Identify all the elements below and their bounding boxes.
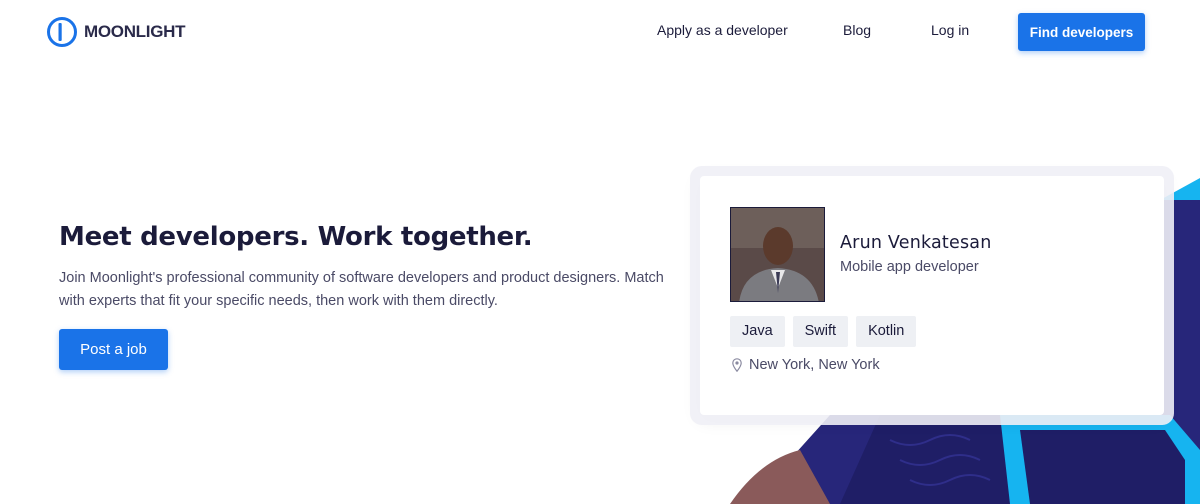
location-text: New York, New York — [749, 357, 880, 373]
skill-tag: Swift — [792, 316, 849, 347]
avatar — [730, 207, 825, 302]
map-pin-icon — [732, 358, 742, 372]
hero-title: Meet developers. Work together. — [59, 222, 533, 252]
developer-profile-card[interactable]: Arun Venkatesan Mobile app developer Jav… — [700, 176, 1164, 415]
avatar-photo-icon — [731, 208, 824, 301]
developer-location: New York, New York — [732, 357, 880, 373]
nav-login-link[interactable]: Log in — [931, 22, 969, 38]
hero-subtitle: Join Moonlight's professional community … — [59, 270, 664, 309]
skill-tags: Java Swift Kotlin — [730, 316, 917, 347]
skill-tag: Kotlin — [856, 316, 917, 347]
site-header: MOONLIGHT Apply as a developer Blog Log … — [0, 0, 1200, 64]
developer-name: Arun Venkatesan — [840, 233, 992, 253]
nav-apply-link[interactable]: Apply as a developer — [657, 22, 788, 38]
post-job-button[interactable]: Post a job — [59, 329, 168, 370]
skill-tag: Java — [730, 316, 785, 347]
find-developers-button[interactable]: Find developers — [1018, 13, 1145, 51]
nav-blog-link[interactable]: Blog — [843, 22, 871, 38]
developer-role: Mobile app developer — [840, 259, 979, 275]
